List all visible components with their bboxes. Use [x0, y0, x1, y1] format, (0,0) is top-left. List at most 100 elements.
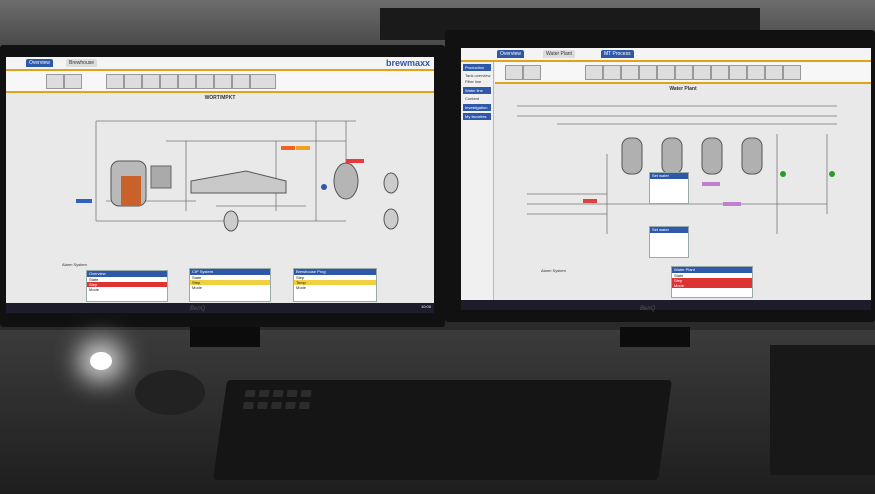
toolbar-button[interactable]: [250, 74, 276, 89]
water-tank-1: [621, 137, 643, 175]
status-panel[interactable]: Brewhouse Prog Step Temp Mode: [293, 268, 377, 302]
tab-overview[interactable]: Overview: [497, 50, 524, 58]
tab-mt-process[interactable]: MT Process: [601, 50, 634, 58]
parameter-panel[interactable]: Set water parameter: [649, 172, 689, 204]
panel-title: Set water parameter: [650, 227, 688, 238]
lauter-tun: [190, 170, 287, 194]
tab-overview[interactable]: Overview: [26, 59, 53, 67]
value-label: [723, 202, 741, 206]
monitor-brand: BenQ: [640, 306, 656, 312]
toolbar-button[interactable]: [765, 65, 783, 80]
hopper: [150, 165, 172, 189]
key[interactable]: [272, 390, 284, 397]
left-screen: Overview Brewhouse brewmaxx WORT/MPKT Al…: [6, 57, 434, 313]
toolbar-button[interactable]: [124, 74, 142, 89]
taskbar: 10:00: [6, 303, 434, 313]
value-label: [76, 199, 92, 203]
value-label: [702, 182, 720, 186]
right-toolbar: [495, 62, 871, 84]
sidebar: Production Tank overview Filter line Wat…: [461, 62, 494, 300]
toolbar-button[interactable]: [603, 65, 621, 80]
process-diagram: [76, 120, 399, 232]
status-panel[interactable]: CIP System State Step Mode: [189, 268, 271, 302]
toolbar-button[interactable]: [196, 74, 214, 89]
desk-lamp-light: [90, 352, 112, 370]
keyboard[interactable]: [212, 380, 673, 480]
tab-water-plant[interactable]: Water Plant: [543, 50, 575, 58]
sidebar-item-production[interactable]: Production: [463, 64, 491, 71]
pump-status: [780, 171, 786, 177]
water-tank-4: [741, 137, 763, 175]
whirlpool-tank: [333, 162, 359, 200]
monitor-stand: [620, 327, 690, 347]
status-panel[interactable]: Water Plant State Step Mode: [671, 266, 753, 298]
desk-object: [770, 345, 875, 475]
sidebar-item-water-line[interactable]: Water line: [463, 87, 491, 94]
taskbar: [461, 300, 871, 310]
panel-row: Mode: [672, 283, 752, 288]
sidebar-item[interactable]: Filter line: [461, 79, 493, 85]
right-monitor: Overview Water Plant MT Process Producti…: [445, 30, 875, 322]
panel-title: Set water parameter: [650, 173, 688, 184]
key[interactable]: [242, 402, 254, 409]
water-tank-3: [701, 137, 723, 175]
value-label: [346, 159, 364, 163]
key[interactable]: [244, 390, 256, 397]
toolbar-button[interactable]: [46, 74, 64, 89]
sidebar-item-favorites[interactable]: My favorites: [463, 113, 491, 120]
water-tank-2: [661, 137, 683, 175]
value-label: [281, 146, 295, 150]
key[interactable]: [256, 402, 268, 409]
monitor-stand: [190, 327, 260, 347]
toolbar-button[interactable]: [178, 74, 196, 89]
toolbar-button[interactable]: [657, 65, 675, 80]
toolbar-button[interactable]: [160, 74, 178, 89]
value-label: [583, 199, 597, 203]
left-monitor: Overview Brewhouse brewmaxx WORT/MPKT Al…: [0, 45, 445, 327]
key[interactable]: [284, 402, 296, 409]
water-plant-diagram: [517, 105, 837, 234]
toolbar-button[interactable]: [675, 65, 693, 80]
toolbar-button[interactable]: [783, 65, 801, 80]
toolbar-button[interactable]: [729, 65, 747, 80]
clock: 10:00: [420, 304, 431, 309]
panel-row: Mode: [89, 287, 100, 292]
toolbar-button[interactable]: [523, 65, 541, 80]
toolbar-button[interactable]: [585, 65, 603, 80]
panel-row: Mode: [192, 285, 203, 290]
toolbar-button[interactable]: [693, 65, 711, 80]
right-header: Overview Water Plant MT Process: [461, 48, 871, 62]
mash-tun: [110, 160, 147, 207]
monitor-brand: BenQ: [190, 306, 206, 312]
small-tank: [383, 172, 399, 194]
toolbar-button[interactable]: [621, 65, 639, 80]
sidebar-item[interactable]: Content: [461, 96, 493, 102]
tab-brewhouse[interactable]: Brewhouse: [66, 59, 98, 67]
key[interactable]: [300, 390, 312, 397]
key[interactable]: [286, 390, 298, 397]
toolbar-button[interactable]: [214, 74, 232, 89]
footer-label: Alarm System: [62, 262, 87, 267]
toolbar-button[interactable]: [106, 74, 124, 89]
key[interactable]: [270, 402, 282, 409]
toolbar-button[interactable]: [505, 65, 523, 80]
toolbar-button[interactable]: [64, 74, 82, 89]
page-title: Water Plant: [669, 86, 697, 92]
left-toolbar: [6, 71, 434, 93]
toolbar-button[interactable]: [747, 65, 765, 80]
parameter-panel[interactable]: Set water parameter: [649, 226, 689, 258]
toolbar-button[interactable]: [639, 65, 657, 80]
toolbar-button[interactable]: [142, 74, 160, 89]
sidebar-item-investigation[interactable]: Investigation: [463, 104, 491, 111]
key[interactable]: [258, 390, 270, 397]
small-tank: [223, 210, 239, 232]
footer-label: Alarm System: [541, 268, 566, 273]
brand-logo: brewmaxx: [385, 58, 430, 68]
key[interactable]: [298, 402, 310, 409]
panel-row: Mode: [296, 285, 307, 290]
mouse[interactable]: [135, 370, 205, 415]
toolbar-button[interactable]: [711, 65, 729, 80]
left-header: Overview Brewhouse brewmaxx: [6, 57, 434, 71]
toolbar-button[interactable]: [232, 74, 250, 89]
status-panel[interactable]: Overview State Step Mode: [86, 270, 168, 302]
